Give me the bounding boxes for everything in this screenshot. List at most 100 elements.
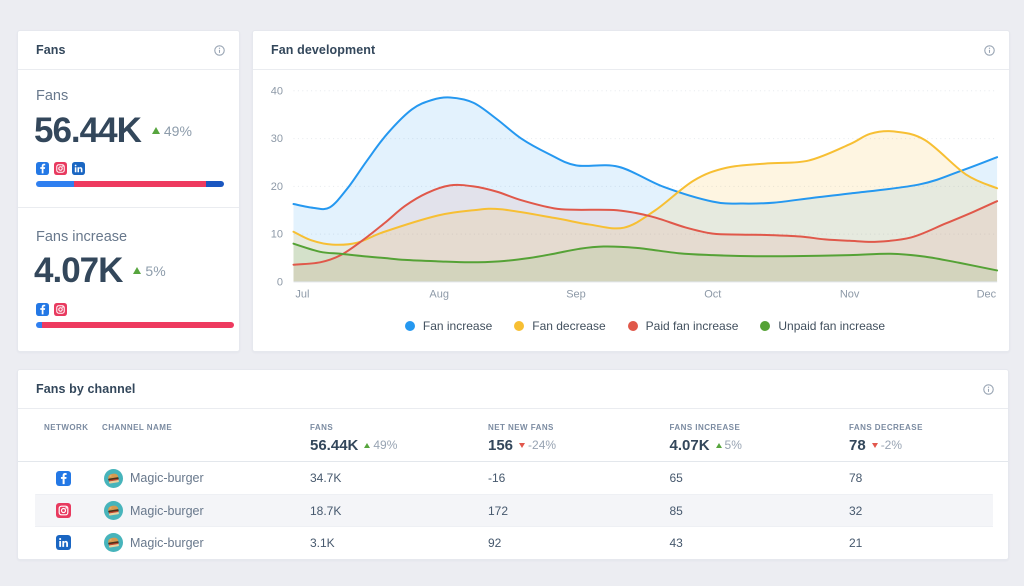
column-header-fans[interactable]: FANS xyxy=(310,423,488,432)
column-header-fans-increase[interactable]: FANS INCREASE xyxy=(670,423,850,432)
column-header-fans-decrease[interactable]: FANS DECREASE xyxy=(849,423,993,432)
summary-delta: -24% xyxy=(519,438,556,452)
summary-delta: 49% xyxy=(364,438,397,452)
channel-avatar xyxy=(104,533,123,552)
table-body: Magic-burger 34.7K -16 65 78 Magic-burge… xyxy=(35,462,993,558)
cell-fans-increase: 85 xyxy=(669,503,683,518)
cell-fans: 18.7K xyxy=(310,503,342,518)
trend-up-icon xyxy=(151,127,160,134)
column-header-net-new-fans[interactable]: NET NEW FANS xyxy=(488,423,670,432)
summary-fans-decrease-delta: -2% xyxy=(880,438,903,452)
cell-fans: 3.1K xyxy=(310,535,335,550)
metric-value-row: 56.44K 49% xyxy=(34,111,192,151)
summary-delta: -2% xyxy=(871,438,903,452)
column-header-channel-name[interactable]: CHANNEL NAME xyxy=(102,423,310,432)
metric-value: 56.44K xyxy=(34,110,142,150)
fans-by-channel-title: Fans by channel xyxy=(36,382,136,396)
fans-increase-distribution-bar xyxy=(36,322,234,328)
trend-down-icon xyxy=(871,442,878,448)
legend-item[interactable]: Paid fan increase xyxy=(627,319,739,333)
cell-fans-increase: 65 xyxy=(669,471,683,485)
x-tick-label: Jul xyxy=(295,289,309,301)
instagram-icon xyxy=(56,503,71,518)
network-icons-row xyxy=(36,162,85,175)
trend-down-icon xyxy=(519,442,526,448)
network-icons-row xyxy=(36,303,67,316)
legend-dot xyxy=(514,321,525,331)
y-tick-label: 20 xyxy=(271,181,283,193)
bar-segment-facebook xyxy=(36,181,75,187)
cell-net-new-fans: 92 xyxy=(488,535,502,550)
legend-dot xyxy=(404,321,415,331)
x-tick-label: Nov xyxy=(840,289,860,301)
metric-label: Fans increase xyxy=(36,228,128,245)
fans-widget-header: Fans xyxy=(18,31,239,70)
legend-label: Paid fan increase xyxy=(645,319,739,333)
metric-label: Fans xyxy=(36,88,69,104)
instagram-icon xyxy=(54,162,67,175)
summary-fans-delta: 49% xyxy=(373,438,398,452)
legend-item[interactable]: Unpaid fan increase xyxy=(760,319,885,333)
cell-net-new-fans: -16 xyxy=(488,471,506,485)
channel-avatar xyxy=(104,501,123,520)
x-tick-label: Dec xyxy=(977,289,997,301)
instagram-icon xyxy=(54,303,67,316)
bar-segment-instagram xyxy=(74,181,206,187)
table-row[interactable]: Magic-burger 18.7K 172 85 32 xyxy=(35,494,993,526)
metric-delta: 49% xyxy=(151,122,192,139)
trend-up-icon xyxy=(364,442,371,448)
summary-fans-decrease-value: 78 xyxy=(849,436,866,454)
channel-name: Magic-burger xyxy=(130,535,204,550)
legend-dot xyxy=(627,321,638,331)
channel-name: Magic-burger xyxy=(130,503,204,518)
fan-development-chart[interactable]: 0 10 20 30 40 Jul Aug Sep Oct Nov Dec xyxy=(253,31,1011,353)
info-icon[interactable] xyxy=(983,383,995,395)
cell-fans-decrease: 78 xyxy=(849,471,863,485)
column-header-network[interactable]: NETWORK xyxy=(35,423,102,432)
table-row[interactable]: Magic-burger 34.7K -16 65 78 xyxy=(35,462,993,494)
facebook-icon xyxy=(36,162,49,175)
x-tick-label: Sep xyxy=(566,289,586,301)
metric-delta-pct: 49% xyxy=(163,122,192,139)
legend-label: Unpaid fan increase xyxy=(778,319,886,333)
summary-fans-increase-delta: 5% xyxy=(724,438,742,452)
table-summary-row: 56.44K 49% 156 -24% 4.07K 5% 78 -2% xyxy=(35,434,993,456)
y-tick-label: 10 xyxy=(271,229,283,241)
legend-item[interactable]: Fan decrease xyxy=(514,319,606,333)
summary-net-new-fans: 156 -24% xyxy=(488,437,670,454)
table-row[interactable]: Magic-burger 3.1K 92 43 21 xyxy=(35,526,993,558)
channel-name: Magic-burger xyxy=(130,471,204,485)
legend-label: Fan increase xyxy=(422,319,493,333)
summary-fans-decrease: 78 -2% xyxy=(849,437,993,454)
y-tick-label: 30 xyxy=(271,133,283,145)
bar-segment-linkedin xyxy=(205,181,224,187)
bar-segment-instagram xyxy=(41,322,234,328)
metric-delta-pct: 5% xyxy=(145,262,166,279)
metric-delta: 5% xyxy=(133,262,166,279)
legend-label: Fan decrease xyxy=(532,319,606,333)
trend-up-icon xyxy=(715,442,722,448)
summary-net-new-fans-delta: -24% xyxy=(528,438,557,452)
fan-development-widget: Fan development 0 10 20 30 40 Jul Aug Sep Oct Nov… xyxy=(252,30,1010,352)
cell-fans-decrease: 21 xyxy=(849,535,863,550)
y-tick-label: 0 xyxy=(277,276,283,288)
facebook-icon xyxy=(56,470,71,486)
linkedin-icon xyxy=(56,535,71,550)
metric-value-row: 4.07K 5% xyxy=(34,251,166,291)
summary-fans-increase-value: 4.07K xyxy=(669,436,710,454)
info-icon[interactable] xyxy=(214,44,226,56)
divider xyxy=(18,207,239,208)
channel-avatar xyxy=(104,468,123,488)
chart-legend: Fan increase Fan decrease Paid fan incre… xyxy=(253,318,1009,334)
fans-by-channel-header: Fans by channel xyxy=(18,370,1008,409)
metric-value: 4.07K xyxy=(34,250,123,290)
cell-fans-increase: 43 xyxy=(669,535,683,550)
linkedin-icon xyxy=(72,162,85,175)
summary-delta: 5% xyxy=(715,438,742,452)
summary-fans-value: 56.44K xyxy=(310,436,359,454)
fans-widget: Fans Fans 56.44K 49% Fans increase 4.07K… xyxy=(17,30,240,352)
table-column-headers: NETWORK CHANNEL NAME FANS NET NEW FANS F… xyxy=(35,423,993,432)
summary-fans-increase: 4.07K 5% xyxy=(670,437,850,454)
cell-net-new-fans: 172 xyxy=(488,503,509,518)
legend-item[interactable]: Fan increase xyxy=(404,319,493,333)
